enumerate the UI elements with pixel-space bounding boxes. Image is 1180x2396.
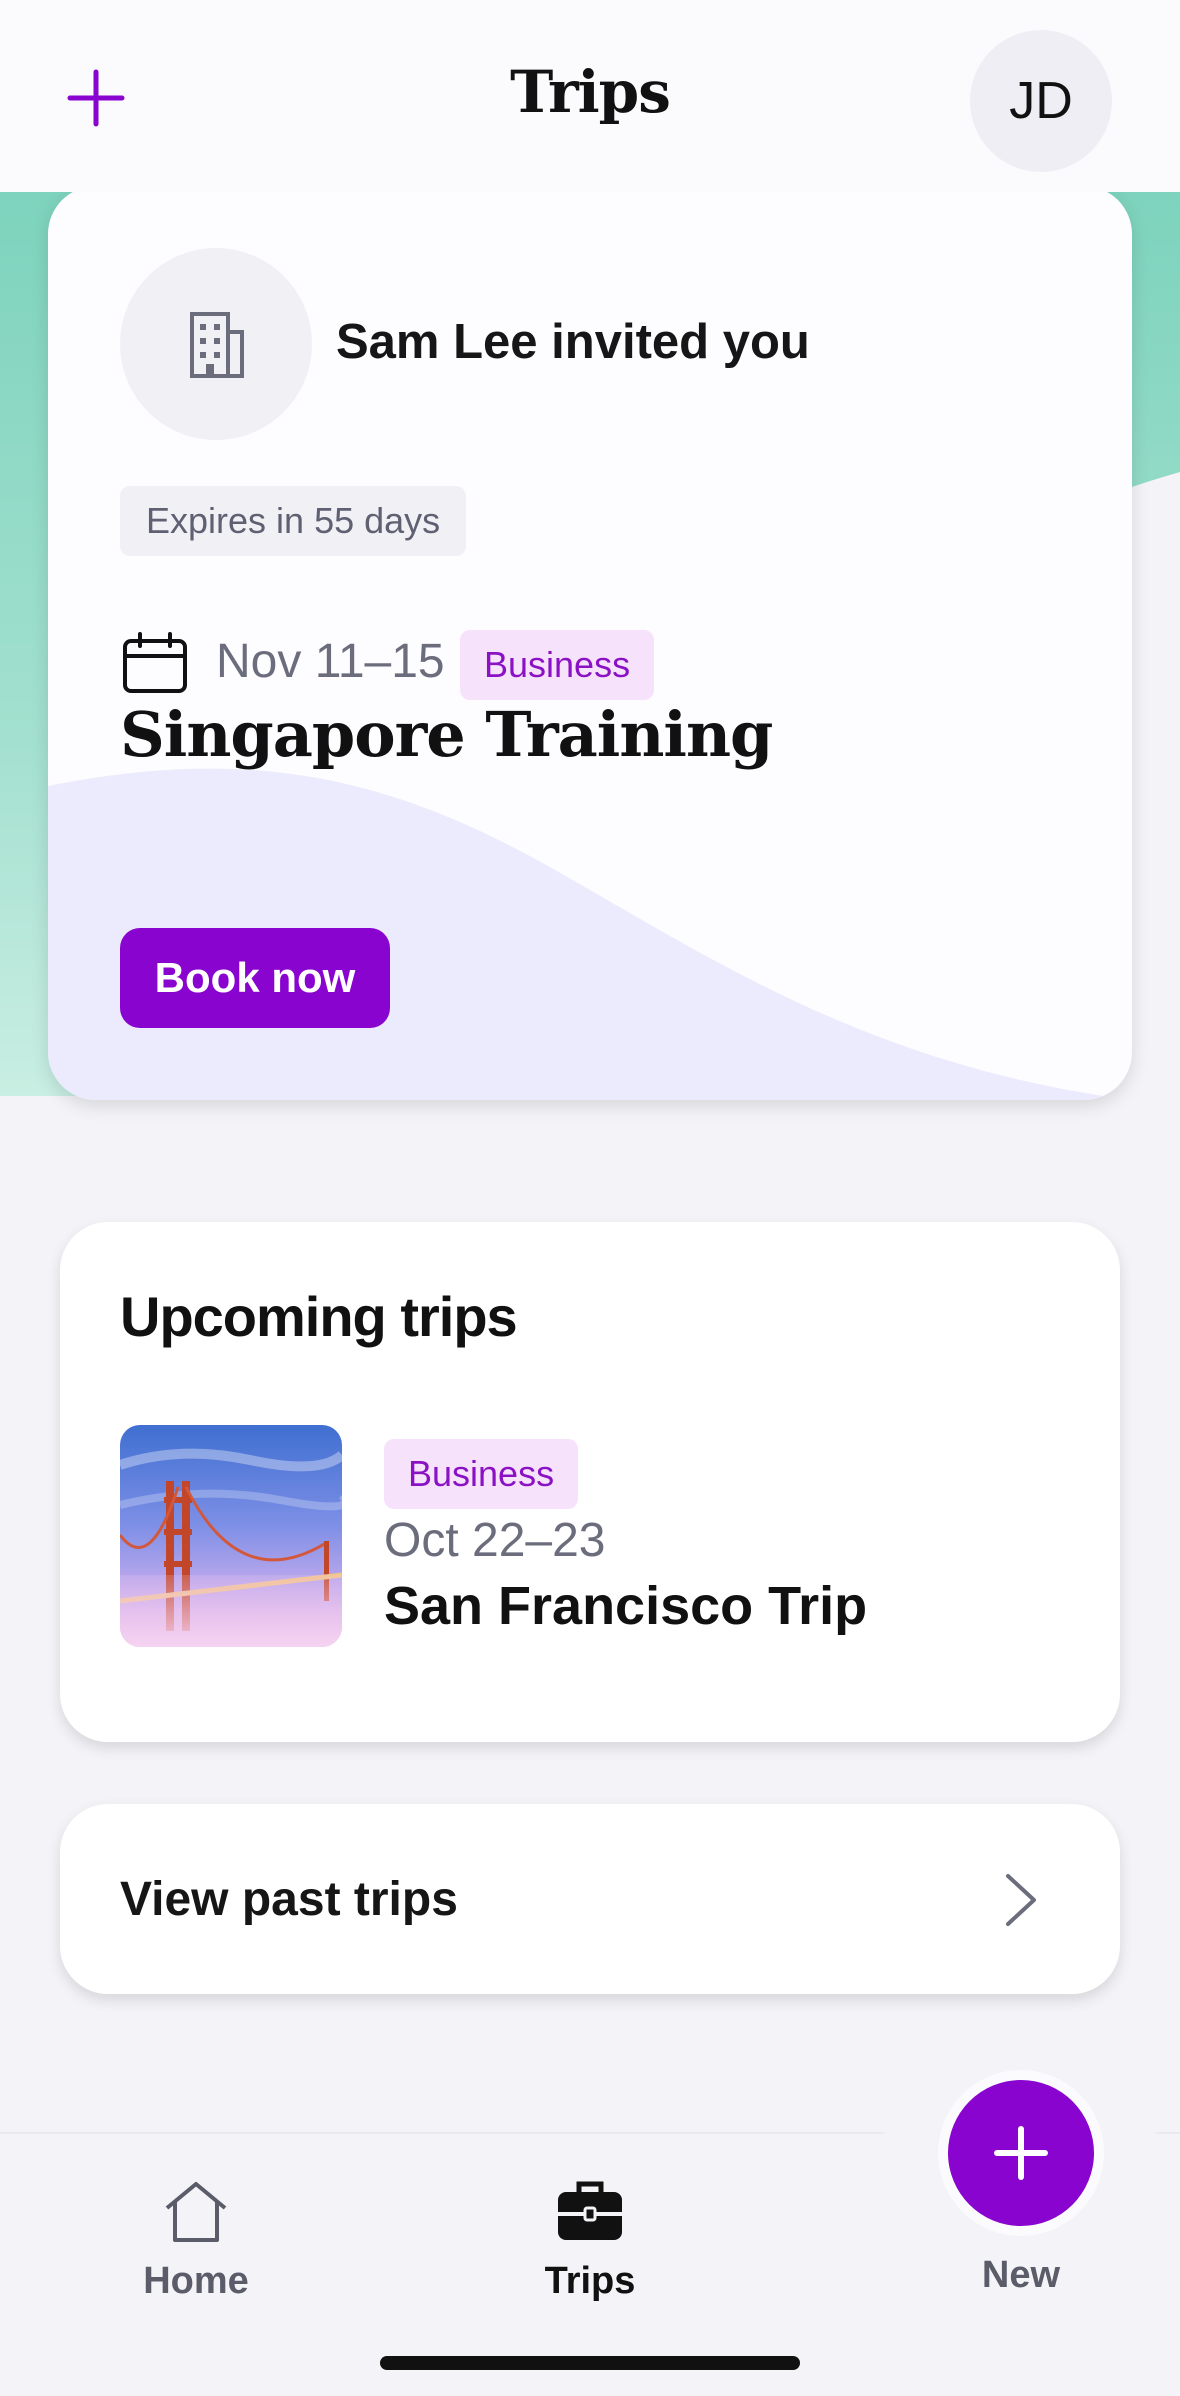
tab-home[interactable]: Home	[86, 2178, 306, 2303]
org-avatar	[120, 248, 312, 440]
trip-purpose-badge: Business	[384, 1439, 579, 1509]
building-icon	[190, 312, 244, 378]
tab-trips-label: Trips	[544, 2260, 636, 2302]
golden-gate-bridge-photo	[120, 1425, 342, 1647]
tab-home-label: Home	[143, 2260, 249, 2302]
trip-title: San Francisco Trip	[384, 1576, 868, 1636]
new-trip-fab[interactable]	[948, 2080, 1094, 2226]
trip-list-item[interactable]: Business Oct 22–23 San Francisco Trip	[120, 1425, 1060, 1647]
home-icon	[165, 2182, 227, 2242]
trip-purpose-badge: Business	[460, 630, 655, 700]
view-past-trips-button[interactable]: View past trips	[60, 1804, 1120, 1994]
calendar-icon	[123, 632, 187, 693]
bottom-tab-bar: Home Trips New	[0, 2046, 1180, 2396]
home-indicator	[380, 2356, 800, 2370]
upcoming-trips-heading: Upcoming trips	[120, 1285, 518, 1348]
invite-trip-title: Singapore Training	[120, 698, 773, 771]
invite-trip-dates: Nov 11–15	[216, 635, 445, 688]
top-header: Trips JD	[0, 0, 1180, 192]
trip-invite-card[interactable]: Sam Lee invited you Expires in 55 days N…	[48, 186, 1132, 1100]
trip-dates: Oct 22–23	[384, 1514, 606, 1567]
book-now-button[interactable]: Book now	[120, 928, 390, 1028]
upcoming-trips-card: Upcoming trips Business Oct 22–23 San Fr…	[60, 1222, 1120, 1742]
plus-icon	[994, 2126, 1048, 2180]
chevron-right-icon	[1006, 1874, 1036, 1926]
view-past-trips-label: View past trips	[120, 1873, 458, 1926]
invite-message: Sam Lee invited you	[336, 315, 810, 369]
tab-new-label: New	[981, 2254, 1061, 2296]
expires-badge: Expires in 55 days	[120, 486, 467, 556]
tab-trips[interactable]: Trips	[480, 2178, 700, 2303]
user-avatar[interactable]: JD	[970, 30, 1112, 172]
trip-thumbnail	[120, 1425, 342, 1647]
briefcase-icon	[558, 2181, 622, 2240]
